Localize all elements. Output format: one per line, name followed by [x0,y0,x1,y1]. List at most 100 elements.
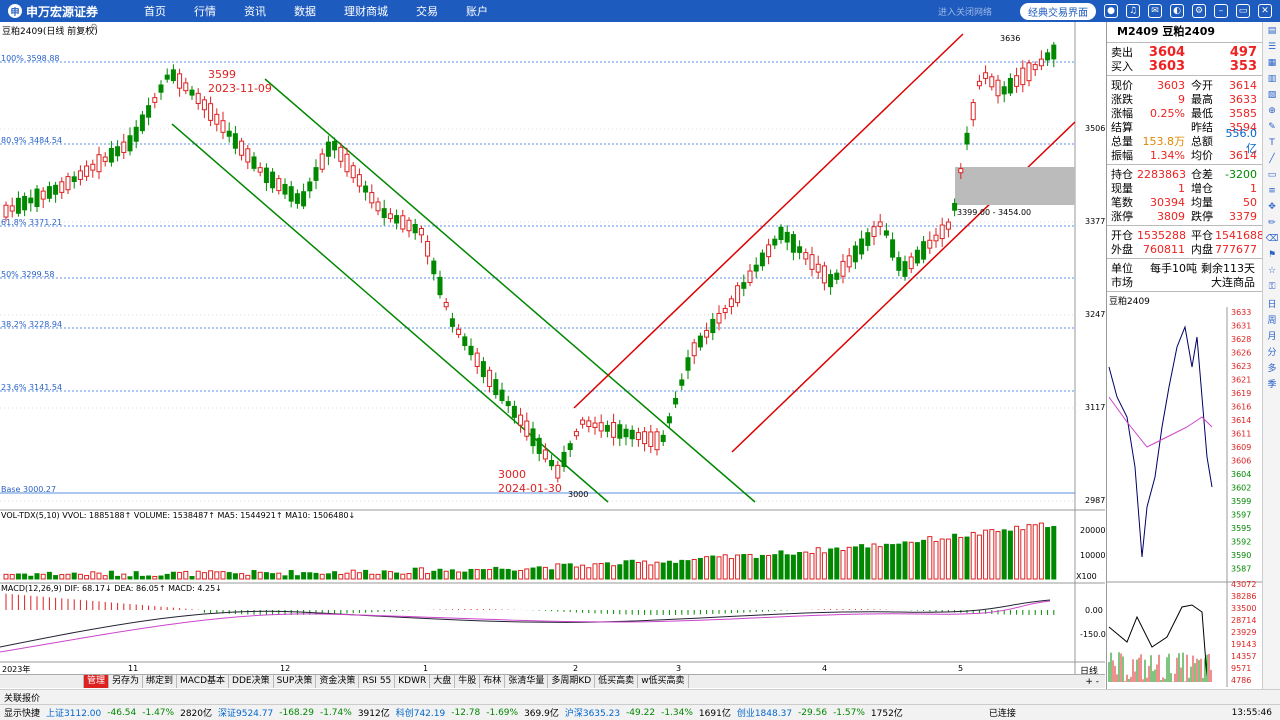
zoom-controls[interactable]: + - [1085,677,1105,687]
nav-market[interactable]: 行情 [180,3,230,19]
nav-account[interactable]: 账户 [452,3,502,19]
toolbar-move-icon[interactable]: ✥ [1265,200,1279,214]
mini-volume-tick: 23929 [1231,628,1256,637]
toolbar-season-icon[interactable]: 季 [1265,376,1279,390]
candle-body [28,197,34,204]
volume-bar [1026,524,1032,580]
tab-boll[interactable]: 布林 [480,675,506,688]
skin-icon[interactable]: ◐ [1170,4,1184,18]
mini-price-tick: 3595 [1231,524,1251,533]
mail-icon[interactable]: ✉ [1148,4,1162,18]
toolbar-multi-icon[interactable]: 多 [1265,360,1279,374]
volume-bar [989,529,995,580]
toolbar-pencil-icon[interactable]: ✏ [1265,216,1279,230]
quote-field-value: 3614 [1229,148,1257,162]
candle-body [635,432,641,441]
related-quote-label[interactable]: 关联报价 [4,691,40,704]
shortcut-toggle[interactable]: 显示快捷 [4,706,40,719]
nav-trade[interactable]: 交易 [402,3,452,19]
toolbar-star-icon[interactable]: ☆ [1265,264,1279,278]
chart-settings-icon[interactable]: ⚙ [90,23,98,33]
tab-kdwr[interactable]: KDWR [395,675,431,688]
volume-bar [3,573,9,580]
candle-body [96,154,102,173]
toolbar-text-icon[interactable]: T [1265,136,1279,150]
index-sz-pct: -1.74% [319,707,352,718]
toolbar-kline-icon[interactable]: ▧ [1265,88,1279,102]
quote-field-value: 50 [1243,195,1257,209]
tab-lowbuy[interactable]: 低买高卖 [595,675,639,688]
tab-rsi[interactable]: RSI 55 [359,675,396,688]
minimize-icon[interactable]: – [1214,4,1228,18]
toolbar-lock-icon[interactable]: ⚿ [1265,280,1279,294]
kline-chart[interactable] [0,22,1105,674]
candle-body [673,397,679,405]
status-bar: 显示快捷 上证3112.00 -46.54 -1.47% 2820亿 深证952… [0,704,1280,720]
toolbar-period-icon[interactable]: 日 [1265,296,1279,310]
kline-chart-area[interactable]: 豆粕2409(日线 前复权) ⚙ 100% 3598.88 80.9% 3484… [0,22,1106,677]
tab-market[interactable]: 大盘 [430,675,456,688]
quote-field-value: 153.8万 [1142,135,1186,148]
index-sz[interactable]: 深证9524.77 [218,706,273,719]
volume-bar [369,573,375,580]
toolbar-week-icon[interactable]: 周 [1265,312,1279,326]
tab-bind[interactable]: 绑定到 [143,675,178,688]
vol-unit: X100 [1076,572,1097,581]
classic-trade-button[interactable]: 经典交易界面 [1020,2,1096,20]
index-hs[interactable]: 沪深3635.23 [565,706,620,719]
nav-wealth[interactable]: 理财商城 [330,3,402,19]
index-sh[interactable]: 上证3112.00 [46,706,101,719]
nav-home[interactable]: 首页 [130,3,180,19]
tab-sup[interactable]: SUP决策 [274,675,317,688]
tab-dde[interactable]: DDE决策 [229,675,274,688]
close-icon[interactable]: ✕ [1258,4,1272,18]
volume-bar [604,562,610,580]
toolbar-month-icon[interactable]: 月 [1265,328,1279,342]
tab-bull[interactable]: 牛股 [455,675,481,688]
volume-bar [964,536,970,580]
tab-capital[interactable]: 资金决策 [316,675,360,688]
index-cy[interactable]: 创业1848.37 [737,706,792,719]
maximize-icon[interactable]: ▭ [1236,4,1250,18]
headset-icon[interactable]: ♫ [1126,4,1140,18]
tab-manage[interactable]: 管理 [84,675,110,688]
candle-body [121,141,127,153]
intraday-mini-chart[interactable]: 3633 3631 3628 3626 3623 3621 3619 3616 3614 3611… [1107,307,1263,687]
volume-bar [542,566,548,580]
toolbar-rect-icon[interactable]: ▭ [1265,168,1279,182]
nav-news[interactable]: 资讯 [230,3,280,19]
tab-saveas[interactable]: 另存为 [109,675,144,688]
candle-body [418,228,424,236]
toolbar-grid-icon[interactable]: ▦ [1265,56,1279,70]
tab-zqh[interactable]: 张清华量 [505,675,549,688]
index-sz-amount: 3912亿 [357,709,390,719]
macd-header: MACD(12,26,9) DIF: 68.17↓ DEA: 86.05↑ MA… [1,584,222,593]
nav-data[interactable]: 数据 [280,3,330,19]
candle-body [648,431,654,447]
candle-body [22,195,28,211]
toolbar-fib-icon[interactable]: ≡ [1265,184,1279,198]
toolbar-line-icon[interactable]: ╱ [1265,152,1279,166]
user-icon[interactable]: ● [1104,4,1118,18]
volume-bar [394,572,400,580]
volume-bar [518,569,524,580]
toolbar-zoom-icon[interactable]: ⊕ [1265,104,1279,118]
volume-bar [301,572,307,580]
candle-body [301,191,307,207]
toolbar-list-icon[interactable]: ☰ [1265,40,1279,54]
contract-code: M2409 [1117,24,1159,38]
tab-wlowbuy[interactable]: w低买高卖 [638,675,689,688]
candle-body [288,186,294,202]
toolbar-draw-icon[interactable]: ✎ [1265,120,1279,134]
tab-macd[interactable]: MACD基本 [177,675,230,688]
toolbar-eraser-icon[interactable]: ⌫ [1265,232,1279,246]
settings-icon[interactable]: ⚙ [1192,4,1206,18]
macd-dea-line [0,600,1051,653]
toolbar-arrow-icon[interactable]: ▤ [1265,24,1279,38]
toolbar-chart-icon[interactable]: ▥ [1265,72,1279,86]
toolbar-flag-icon[interactable]: ⚑ [1265,248,1279,262]
toolbar-min-icon[interactable]: 分 [1265,344,1279,358]
index-kc[interactable]: 科创742.19 [396,706,446,719]
volume-bar [406,572,412,580]
tab-multikd[interactable]: 多周期KD [548,675,596,688]
